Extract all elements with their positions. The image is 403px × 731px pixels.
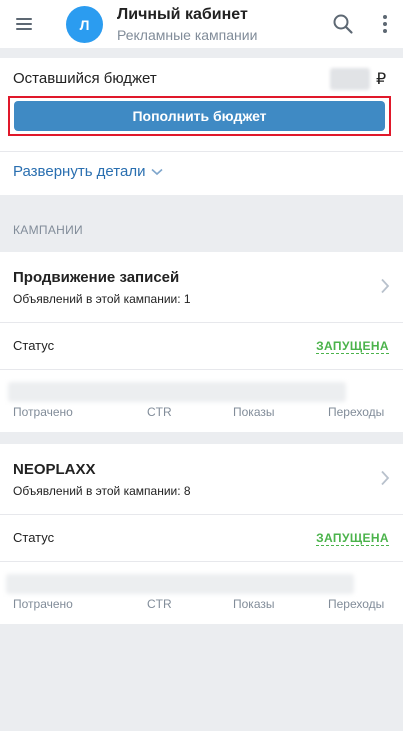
campaign-card: Продвижение записей Объявлений в этой ка…	[0, 252, 403, 432]
search-icon[interactable]	[331, 12, 355, 36]
divider	[0, 322, 403, 323]
topup-budget-button[interactable]: Пополнить бюджет	[14, 101, 385, 131]
status-badge[interactable]: ЗАПУЩЕНА	[316, 339, 389, 354]
currency-symbol: ₽	[376, 71, 387, 88]
divider	[0, 151, 403, 152]
status-label: Статус	[13, 338, 55, 353]
stats-values-redacted	[8, 382, 346, 402]
chevron-right-icon	[381, 278, 390, 294]
stat-spent-label: Потрачено	[13, 597, 73, 611]
campaign-ads-count: Объявлений в этой кампании: 8	[13, 484, 191, 498]
app-bar: Л Личный кабинет Рекламные кампании	[0, 0, 403, 48]
stat-ctr-label: CTR	[147, 597, 172, 611]
divider	[0, 561, 403, 562]
page-title: Личный кабинет	[117, 6, 248, 23]
divider	[0, 514, 403, 515]
campaign-card: NEOPLAXX Объявлений в этой кампании: 8 С…	[0, 444, 403, 624]
stat-impressions-label: Показы	[233, 405, 275, 419]
campaigns-section-label: КАМПАНИИ	[13, 223, 83, 237]
budget-label: Оставшийся бюджет	[13, 70, 157, 87]
campaign-name: NEOPLAXX	[13, 461, 96, 478]
campaign-ads-count: Объявлений в этой кампании: 1	[13, 292, 191, 306]
budget-amount-redacted	[330, 68, 370, 90]
chevron-down-icon	[151, 168, 163, 175]
stat-ctr-label: CTR	[147, 405, 172, 419]
stat-clicks-label: Переходы	[328, 405, 385, 419]
expand-details-label: Развернуть детали	[13, 163, 146, 180]
campaign-name: Продвижение записей	[13, 269, 180, 286]
status-label: Статус	[13, 530, 55, 545]
expand-details-link[interactable]: Развернуть детали	[13, 163, 163, 180]
stat-spent-label: Потрачено	[13, 405, 73, 419]
campaign-header[interactable]: Продвижение записей Объявлений в этой ка…	[0, 252, 403, 322]
topup-highlight-frame: Пополнить бюджет	[8, 96, 391, 136]
status-badge[interactable]: ЗАПУЩЕНА	[316, 531, 389, 546]
stat-clicks-label: Переходы	[328, 597, 385, 611]
stats-values-redacted	[6, 574, 354, 594]
divider	[0, 369, 403, 370]
campaign-header[interactable]: NEOPLAXX Объявлений в этой кампании: 8	[0, 444, 403, 514]
avatar[interactable]: Л	[66, 6, 103, 43]
menu-icon[interactable]	[10, 10, 38, 38]
budget-card: Оставшийся бюджет ₽ Пополнить бюджет Раз…	[0, 58, 403, 195]
page-subtitle: Рекламные кампании	[117, 27, 258, 43]
chevron-right-icon	[381, 470, 390, 486]
more-vertical-icon[interactable]	[375, 12, 395, 36]
stat-impressions-label: Показы	[233, 597, 275, 611]
